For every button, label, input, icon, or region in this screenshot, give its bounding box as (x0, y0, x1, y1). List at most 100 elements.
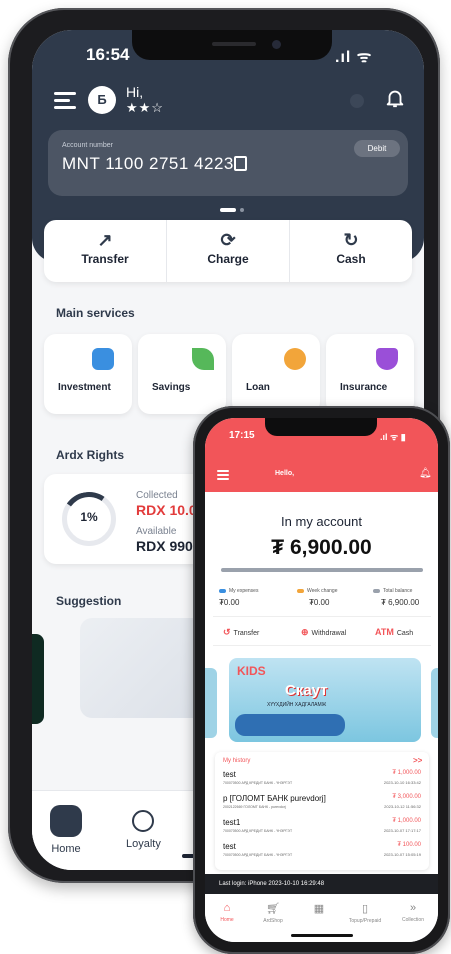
greeting: Hi, (126, 84, 144, 100)
bell-icon[interactable]: 🔔︎ (419, 468, 432, 479)
chevrons-icon: » (409, 902, 417, 914)
banner-prev[interactable] (205, 668, 217, 738)
phone-icon: ▯ (361, 903, 369, 915)
qr-icon: ▦ (313, 903, 325, 915)
charge-button[interactable]: ⟳ Charge (167, 220, 290, 282)
atm-icon: ATM (375, 627, 394, 637)
signal-battery-icon: .ıl ᯤ ▮ (380, 432, 406, 442)
history-card: My history >> test 700070500 АРД КРЕДИТ Б… (215, 752, 429, 870)
in-account-label: In my account (281, 514, 362, 529)
ardx-rights-title: Ardx Rights (56, 448, 125, 462)
second-phone-screen: 17:15 .ıl ᯤ ▮ Hello, 🔔︎ In my account ₮ … (205, 418, 438, 942)
transfer-button[interactable]: ↗ Transfer (44, 220, 167, 282)
tab-ardshop[interactable]: 🛒︎ ArdShop (251, 902, 295, 924)
progress-percent: 1% (80, 510, 98, 524)
charge-icon: ⟳ (220, 230, 236, 250)
history-title: My history (223, 758, 251, 764)
banner-ribbon (235, 714, 345, 736)
tab-collection[interactable]: » Collection (391, 902, 435, 923)
services-row: Investment Savings Loan Insurance (44, 334, 424, 414)
list-item[interactable]: test 700070500 АРД КРЕДИТ БАНК - ҮНЭРГЭТ … (223, 842, 421, 866)
greeting: Hello, (275, 470, 295, 477)
avatar[interactable]: Б (88, 86, 116, 114)
list-item[interactable]: test1 700070500 АРД КРЕДИТ БАНК - ҮНЭРГЭТ… (223, 818, 421, 842)
service-label: Savings (152, 382, 191, 393)
home-icon: ⌂ (223, 902, 231, 914)
banner-kids: KIDS (237, 664, 266, 678)
investment-icon (92, 348, 114, 370)
legend-week: Week change (297, 588, 337, 594)
list-item[interactable]: test 700070500 АРД КРЕДИТ БАНК - ҮНЭРГЭТ … (223, 770, 421, 794)
withdrawal-button[interactable]: ⊕ Withdrawal (301, 627, 346, 638)
banner-title: Скаут (285, 682, 328, 699)
banner-subtitle: ХҮҮХДИЙН ХАДГАЛАМЖ (267, 702, 327, 708)
plus-circle-icon: ⊕ (301, 627, 309, 637)
cart-icon: 🛒︎ (266, 903, 280, 915)
legend-total: Total balance (373, 588, 412, 594)
status-time: 17:15 (229, 430, 255, 441)
loan-icon (284, 348, 306, 370)
service-label: Loan (246, 382, 270, 393)
charge-label: Charge (207, 252, 249, 266)
tab-label: Home (51, 843, 81, 855)
cash-button[interactable]: ATM Cash (375, 627, 413, 637)
cash-icon: ↻ (343, 230, 359, 250)
transfer-button[interactable]: ↺ Transfer (223, 627, 259, 638)
total-value: ₮ 6,900.00 (381, 598, 420, 607)
quick-actions: ↗ Transfer ⟳ Charge ↻ Cash (44, 220, 412, 282)
expenses-value: ₮0.00 (219, 598, 240, 607)
insurance-icon (376, 348, 398, 370)
tab-qr[interactable]: ▦ (297, 902, 341, 918)
suggestion-card-edge[interactable] (32, 634, 44, 724)
account-type-badge: Debit (354, 140, 400, 157)
legend-expenses: My expenses (219, 588, 258, 594)
cash-label: Cash (336, 252, 366, 266)
tab-label: Loyalty (126, 838, 161, 850)
collected-label: Collected (136, 490, 178, 501)
quick-actions: ↺ Transfer ⊕ Withdrawal ATM Cash (213, 616, 431, 646)
notch (265, 418, 377, 436)
menu-icon[interactable] (217, 470, 229, 482)
last-login-bar: Last login: iPhone 2023-10-10 16:29:48 (205, 874, 438, 894)
account-number-label: Account number (62, 142, 113, 149)
account-number: MNT 1100 2751 4223 (62, 154, 234, 173)
service-label: Insurance (340, 382, 388, 393)
second-phone-frame: 17:15 .ıl ᯤ ▮ Hello, 🔔︎ In my account ₮ … (193, 406, 450, 954)
service-savings[interactable]: Savings (138, 334, 226, 414)
banner-next[interactable] (431, 668, 438, 738)
tab-loyalty[interactable]: Loyalty (126, 805, 161, 850)
home-indicator (291, 934, 353, 937)
progress-ring: 1% (57, 487, 121, 551)
tab-topup[interactable]: ▯ Topup/Prepaid (343, 902, 387, 924)
savings-icon (192, 348, 214, 370)
pager-dot (240, 208, 244, 212)
menu-icon[interactable] (54, 92, 76, 109)
tab-home[interactable]: ⌂ Home (205, 902, 249, 923)
home-icon (50, 805, 82, 837)
signal-wifi-icon: .ıl ᯤ (335, 49, 373, 66)
account-card[interactable]: Account number MNT 1100 2751 4223 Debit (48, 130, 408, 196)
transfer-icon: ↗ (97, 230, 113, 250)
loyalty-icon (132, 810, 155, 832)
bell-icon[interactable] (384, 86, 406, 110)
service-loan[interactable]: Loan (232, 334, 320, 414)
week-value: ₮0.00 (309, 598, 330, 607)
tab-home[interactable]: Home (50, 805, 82, 855)
cash-button[interactable]: ↻ Cash (290, 220, 412, 282)
status-time: 16:54 (86, 45, 130, 64)
transfer-label: Transfer (81, 252, 129, 266)
balance-amount: ₮ 6,900.00 (271, 536, 372, 559)
main-services-title: Main services (56, 306, 135, 320)
copy-icon[interactable] (234, 156, 247, 171)
promo-banner[interactable]: KIDS Скаут ХҮҮХДИЙН ХАДГАЛАМЖ (229, 658, 421, 742)
transfer-icon: ↺ (223, 627, 231, 637)
pager-dot-active (220, 208, 236, 212)
balance-bar (221, 568, 423, 572)
notch (132, 30, 332, 60)
service-label: Investment (58, 382, 111, 393)
list-item[interactable]: р [ГОЛОМТ БАНК purevdorj] 2002122669 ГОЛО… (223, 794, 421, 818)
service-insurance[interactable]: Insurance (326, 334, 414, 414)
toggle-dot-icon[interactable] (350, 94, 364, 108)
service-investment[interactable]: Investment (44, 334, 132, 414)
history-more-button[interactable]: >> (413, 756, 422, 765)
